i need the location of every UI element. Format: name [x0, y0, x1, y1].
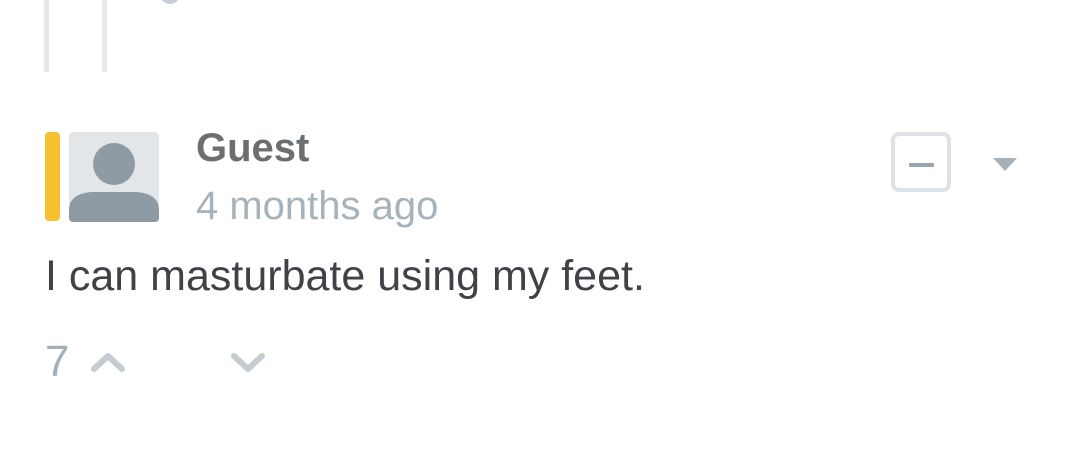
default-user-avatar-icon [69, 132, 159, 222]
collapse-comment-button[interactable] [891, 132, 951, 192]
caret-down-icon[interactable] [990, 155, 1020, 175]
thread-indent-line [102, 0, 107, 72]
comment-author[interactable]: Guest [196, 124, 309, 172]
comment-timestamp[interactable]: 4 months ago [196, 182, 438, 230]
minus-icon [909, 163, 934, 167]
thread-indent-line [44, 0, 49, 72]
chevron-down-icon[interactable] [228, 346, 268, 378]
vote-count: 7 [45, 337, 70, 386]
comment-body: I can masturbate using my feet. [45, 252, 645, 300]
chevron-up-icon[interactable] [88, 346, 128, 378]
previous-comment-fragment [160, 0, 180, 4]
comment-thread: Guest 4 months ago I can masturbate usin… [0, 0, 1080, 474]
avatar[interactable] [69, 132, 159, 222]
comment-highlight-bar [45, 132, 60, 221]
